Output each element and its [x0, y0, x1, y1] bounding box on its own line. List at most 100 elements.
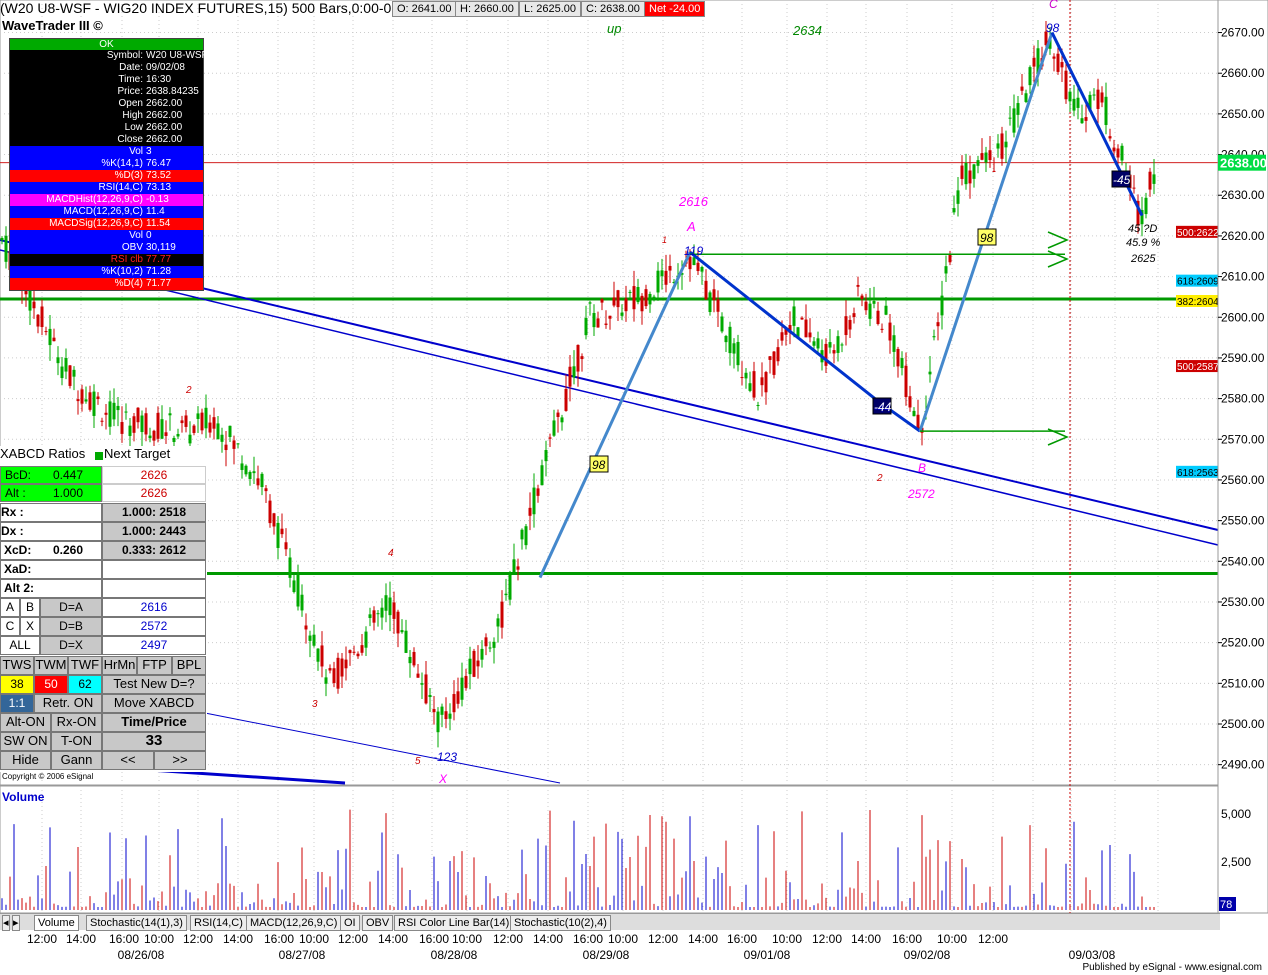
data-window-label: Close [117, 134, 143, 145]
hide-button[interactable]: Hide [0, 751, 51, 770]
candle-body [404, 630, 408, 653]
hrmn-button[interactable]: HrMn [102, 656, 137, 675]
volume-tick-label: 5,000 [1221, 807, 1251, 821]
indicator-tab[interactable]: Stochastic(10(2),4) [510, 915, 611, 931]
price-tick-label: 2570.00 [1221, 432, 1265, 446]
gann-button[interactable]: Gann [51, 751, 102, 770]
retr-on-button[interactable]: Retr. ON [34, 694, 102, 713]
price-tick-label: 2580.00 [1221, 392, 1265, 406]
price-tick-label: 2560.00 [1221, 473, 1265, 487]
prev-button[interactable]: << [102, 751, 154, 770]
next-button[interactable]: >> [154, 751, 206, 770]
price-tick-label: 2610.00 [1221, 270, 1265, 284]
tab-scroll-left-icon[interactable]: ◂ [2, 915, 10, 931]
point-x-toggle[interactable]: X [20, 617, 40, 636]
candle-body [940, 295, 944, 316]
indicator-tab[interactable]: OI [340, 915, 360, 931]
time-tick-label: 10:00 [144, 932, 174, 946]
indicator-tab[interactable]: RSI(14,C) [190, 915, 247, 931]
d-equals-b-button[interactable]: D=B [40, 617, 102, 636]
twm-button[interactable]: TWM [34, 656, 68, 675]
tab-scroll-right-icon[interactable]: ▸ [12, 915, 20, 931]
candle-body [320, 645, 324, 667]
dx-value[interactable]: 1.000: 2443 [102, 522, 206, 541]
tws-button[interactable]: TWS [0, 656, 34, 675]
candle-body [772, 351, 776, 375]
rx-on-button[interactable]: Rx-ON [51, 713, 102, 732]
candle-body [508, 574, 512, 600]
alt-row[interactable]: Alt : 1.000 [0, 484, 102, 502]
candle-body [196, 413, 200, 419]
candle-body [44, 331, 48, 333]
candle-body [728, 326, 732, 354]
candle-body [696, 262, 700, 272]
indicator-tab[interactable]: OBV [362, 915, 394, 931]
test-new-d-button[interactable]: Test New D=? [102, 675, 206, 694]
candle-body [84, 399, 88, 402]
alt-label: Alt : [5, 486, 26, 500]
time-tick-label: 14:00 [533, 932, 563, 946]
candle-body [200, 412, 204, 431]
candle-body [800, 317, 804, 320]
candle-body [1096, 89, 1100, 109]
retr-62-button[interactable]: 62 [68, 675, 102, 694]
wave-label: 45.9 % [1126, 237, 1160, 249]
d-equals-x-button[interactable]: D=X [40, 636, 102, 655]
candle-body [1148, 171, 1152, 190]
alt-on-button[interactable]: Alt-ON [0, 713, 51, 732]
retr-50-button[interactable]: 50 [34, 675, 68, 694]
candle-body [860, 295, 864, 299]
time-tick-label: 12:00 [27, 932, 57, 946]
bcd-row[interactable]: BcD: 0.447 [0, 466, 102, 484]
data-window-label: %K(14,1) [101, 158, 143, 169]
all-toggle[interactable]: ALL [0, 636, 40, 655]
retr-38-button[interactable]: 38 [0, 675, 34, 694]
candle-body [808, 332, 812, 338]
candle-body [244, 465, 248, 475]
candle-body [1108, 136, 1112, 139]
candle-body [872, 301, 876, 304]
candle-body [140, 415, 144, 433]
data-window-row: Vol 3 [10, 146, 203, 158]
ratio-button[interactable]: 1:1 [0, 694, 34, 713]
indicator-tab[interactable]: MACD(12,26,9,C) [246, 915, 342, 931]
fib-label: 618:2609 [1177, 277, 1219, 288]
wave-label: 45 ?D [1128, 223, 1157, 235]
candle-body [272, 513, 276, 527]
candle-body [1052, 56, 1056, 59]
candle-body [668, 265, 672, 271]
candle-body [708, 292, 712, 313]
twf-button[interactable]: TWF [68, 656, 102, 675]
candle-body [908, 396, 912, 408]
candle-body [608, 315, 612, 319]
candle-body [504, 593, 508, 596]
data-window-value: 0 [146, 230, 152, 241]
xcd-value[interactable]: 0.333: 2612 [102, 541, 206, 560]
indicator-tab[interactable]: Stochastic(14(1),3) [86, 915, 187, 931]
data-window-value: 3 [146, 146, 152, 157]
point-a-toggle[interactable]: A [0, 598, 20, 617]
candle-body [580, 356, 584, 360]
move-xabcd-button[interactable]: Move XABCD [102, 694, 206, 713]
data-window-row: RSI clb 77.77 [10, 254, 203, 266]
candle-body [996, 143, 1000, 149]
t-on-button[interactable]: T-ON [51, 732, 102, 751]
time-tick-label: 14:00 [223, 932, 253, 946]
d-equals-a-button[interactable]: D=A [40, 598, 102, 617]
candle-body [740, 377, 744, 379]
bpl-button[interactable]: BPL [172, 656, 206, 675]
time-price-button[interactable]: Time/Price [102, 713, 206, 732]
point-b-toggle[interactable]: B [20, 598, 40, 617]
point-c-toggle[interactable]: C [0, 617, 20, 636]
ftp-button[interactable]: FTP [137, 656, 172, 675]
candle-body [896, 348, 900, 367]
indicator-tab[interactable]: RSI Color Line Bar(14) [394, 915, 514, 931]
candle-body [568, 366, 572, 387]
indicator-tab[interactable]: Volume [34, 915, 79, 931]
candle-body [276, 522, 280, 548]
sw-on-button[interactable]: SW ON [0, 732, 51, 751]
candle-body [724, 335, 728, 343]
candle-body [104, 412, 108, 415]
rx-value[interactable]: 1.000: 2518 [102, 503, 206, 522]
candle-body [252, 471, 256, 474]
